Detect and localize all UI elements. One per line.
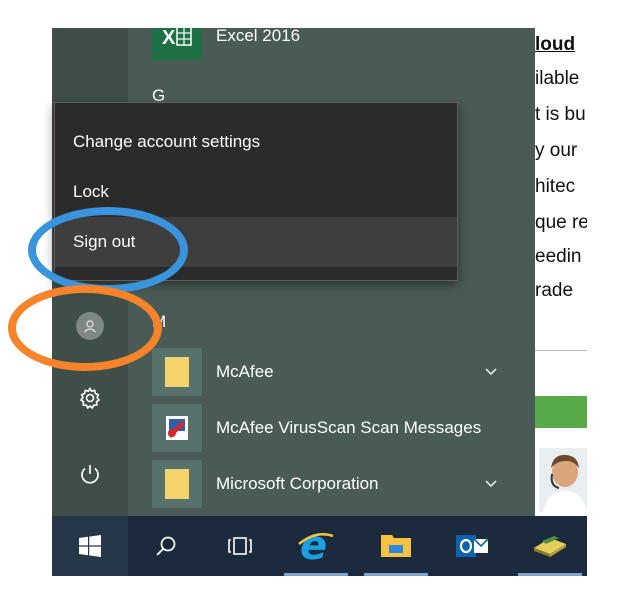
webpage-divider xyxy=(535,350,587,351)
app-icon xyxy=(534,535,566,557)
mcafee-virusscan-icon xyxy=(152,404,202,452)
task-view-button[interactable] xyxy=(212,516,268,576)
app-list-item-microsoft-corporation[interactable]: Microsoft Corporation xyxy=(152,460,532,508)
taskbar: e xyxy=(52,516,587,576)
taskbar-app-button[interactable] xyxy=(518,516,582,576)
power-icon xyxy=(81,465,99,484)
webpage-text-line: eedin xyxy=(535,246,582,267)
internet-explorer-icon: e xyxy=(298,526,334,564)
excel-icon: X xyxy=(152,28,202,60)
outlook-icon xyxy=(456,535,489,557)
app-label: Microsoft Corporation xyxy=(216,474,379,493)
windows-start-icon xyxy=(79,535,101,557)
lock-item[interactable]: Lock xyxy=(55,167,457,217)
app-label: McAfee xyxy=(216,362,274,381)
background-webpage: loud ilable t is bu y our hitec que re e… xyxy=(535,28,587,576)
user-avatar-icon xyxy=(76,312,104,340)
webpage-heading: loud xyxy=(535,34,576,55)
svg-text:e: e xyxy=(300,526,327,564)
file-explorer-button[interactable] xyxy=(364,516,428,576)
menu-item-label: Change account settings xyxy=(73,132,261,151)
search-button[interactable] xyxy=(138,516,194,576)
search-icon xyxy=(156,536,176,556)
settings-button[interactable] xyxy=(52,372,128,424)
change-account-settings-item[interactable]: Change account settings xyxy=(55,117,457,167)
task-view-icon xyxy=(228,537,252,555)
settings-gear-icon xyxy=(79,386,101,410)
menu-item-label: Sign out xyxy=(73,232,136,251)
app-label: McAfee VirusScan Scan Messages xyxy=(216,418,482,437)
section-letter-m[interactable]: M xyxy=(152,312,166,332)
start-button[interactable] xyxy=(52,516,128,576)
power-button[interactable] xyxy=(52,448,128,500)
webpage-text-line: que re xyxy=(535,212,587,233)
chevron-down-icon[interactable] xyxy=(484,364,498,378)
webpage-green-banner xyxy=(535,396,587,428)
svg-text:X: X xyxy=(162,28,176,49)
internet-explorer-button[interactable]: e xyxy=(284,516,348,576)
app-list-item-mcafee-virusscan[interactable]: McAfee VirusScan Scan Messages xyxy=(152,404,532,452)
chevron-down-icon[interactable] xyxy=(484,476,498,490)
app-list-item-mcafee[interactable]: McAfee xyxy=(152,348,532,396)
webpage-text-line: t is bu xyxy=(535,104,586,125)
webpage-text-line: ilable xyxy=(535,68,580,89)
webpage-person-image xyxy=(539,448,587,512)
app-list-item-excel[interactable]: X Excel 2016 xyxy=(152,28,532,60)
app-label: Excel 2016 xyxy=(216,28,301,45)
sign-out-item[interactable]: Sign out xyxy=(55,217,457,267)
folder-icon xyxy=(152,460,202,508)
webpage-text-line: y our xyxy=(535,140,578,161)
webpage-text-line: hitec xyxy=(535,176,576,197)
folder-icon xyxy=(152,348,202,396)
outlook-button[interactable] xyxy=(440,516,504,576)
account-flyout-menu: Change account settings Lock Sign out xyxy=(54,102,458,281)
webpage-text-line: rade xyxy=(535,280,574,301)
user-account-button[interactable] xyxy=(52,300,128,352)
menu-item-label: Lock xyxy=(73,182,109,201)
file-explorer-icon xyxy=(381,534,411,557)
